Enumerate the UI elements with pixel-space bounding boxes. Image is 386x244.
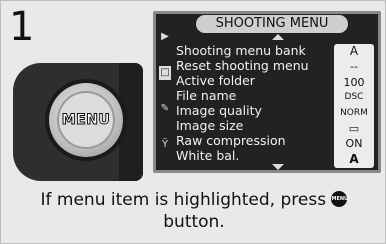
menu-button-icon: MENU — [331, 191, 349, 207]
menu-tabs: ▶ □ ✎ Ÿ — [159, 30, 173, 170]
menu-item-image-quality[interactable]: Image quality — [176, 103, 328, 118]
step-number: 1 — [9, 4, 35, 50]
menu-item-white-balance[interactable]: White bal. — [176, 148, 328, 163]
menu-item-shooting-menu-bank[interactable]: Shooting menu bank — [176, 43, 328, 58]
scroll-up-arrow-icon — [272, 34, 284, 40]
menu-button-face[interactable]: MENU — [57, 91, 115, 149]
instruction-panel: 1 MENU ▶ □ ✎ Ÿ SHOOTING MENU Shooting me… — [0, 0, 386, 244]
setup-tab-icon[interactable]: Ÿ — [159, 138, 171, 152]
custom-setting-tab-icon[interactable]: ✎ — [159, 102, 171, 116]
value-reset-shooting-menu: -- — [350, 60, 358, 74]
value-white-balance: A — [349, 151, 359, 166]
caption-text-line2: button. — [163, 212, 225, 232]
menu-title: SHOOTING MENU — [196, 15, 348, 33]
lcd-screen: ▶ □ ✎ Ÿ SHOOTING MENU Shooting menu bank… — [153, 11, 381, 173]
menu-values: A -- 100 DSC NORM ▭ ON A — [334, 44, 374, 168]
value-file-name: DSC — [344, 92, 364, 103]
menu-item-active-folder[interactable]: Active folder — [176, 73, 328, 88]
caption-text: If menu item is highlighted, press — [40, 190, 327, 210]
menu-item-raw-compression[interactable]: Raw compression — [176, 133, 328, 148]
value-shooting-menu-bank: A — [349, 44, 359, 58]
value-active-folder: 100 — [343, 75, 365, 89]
image-size-large-icon: ▭ — [348, 121, 360, 135]
instruction-caption: If menu item is highlighted, press MENU … — [5, 189, 383, 233]
shooting-tab-icon[interactable]: □ — [159, 66, 171, 80]
value-image-quality: NORM — [340, 107, 368, 118]
menu-item-image-size[interactable]: Image size — [176, 118, 328, 133]
value-raw-compression: ON — [345, 137, 363, 151]
menu-button-label: MENU — [61, 112, 111, 129]
playback-tab-icon[interactable]: ▶ — [159, 30, 171, 44]
scroll-down-arrow-icon — [272, 164, 284, 170]
camera-back-illustration: MENU — [13, 63, 143, 181]
menu-button-icon-label: MENU — [331, 196, 349, 202]
menu-item-file-name[interactable]: File name — [176, 88, 328, 103]
menu-button[interactable]: MENU — [49, 83, 123, 157]
menu-item-reset-shooting-menu[interactable]: Reset shooting menu — [176, 58, 328, 73]
menu-list: Shooting menu bank Reset shooting menu A… — [176, 43, 328, 163]
